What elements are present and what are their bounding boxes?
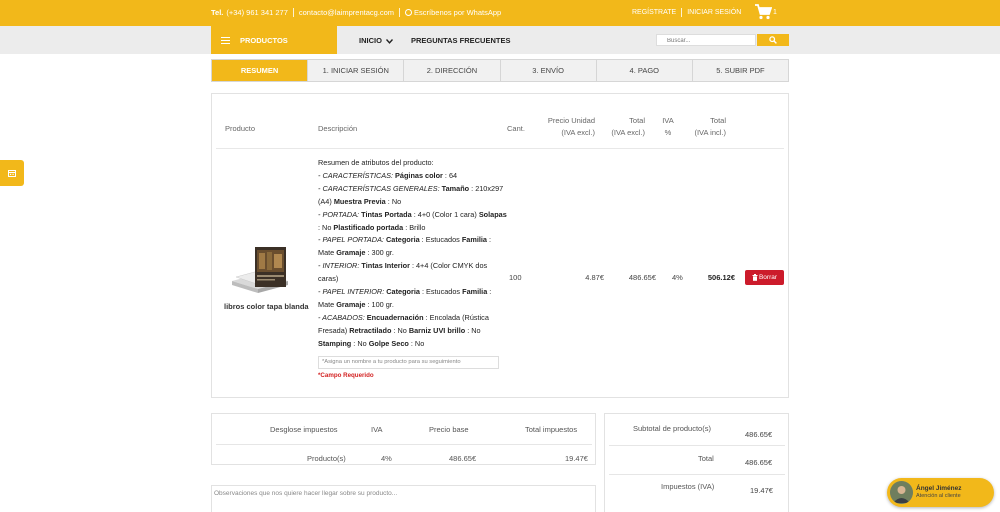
- description-line: - ACABADOS: Encuadernación : Encolada (R…: [318, 312, 489, 348]
- cell-iva: 4%: [672, 273, 683, 282]
- total-label: Total: [698, 454, 714, 463]
- description-line: - PORTADA: Tintas Portada : 4+0 (Color 1…: [318, 209, 507, 232]
- tax-row-total: 19.47€: [565, 454, 588, 463]
- tax-header-total: Total impuestos: [525, 425, 578, 434]
- header-unit-price-line2: (IVA excl.): [561, 128, 595, 137]
- header-total-incl-line2: (IVA incl.): [694, 128, 726, 137]
- divider: [216, 148, 784, 149]
- observations-textarea[interactable]: Observaciones que nos quiere hacer llega…: [211, 485, 596, 512]
- search-input[interactable]: [656, 34, 756, 46]
- email-link[interactable]: contacto@laimprentacg.com: [299, 8, 394, 17]
- chat-agent-name: Ángel Jiménez: [916, 485, 962, 492]
- cell-unit-price: 4.87€: [585, 273, 604, 282]
- delete-button[interactable]: Borrar: [745, 270, 784, 285]
- delete-label: Borrar: [758, 274, 778, 281]
- step-login[interactable]: 1. INICIAR SESIÓN: [308, 60, 405, 81]
- chevron-down-icon: [385, 38, 394, 44]
- header-total-excl-line1: Total: [629, 116, 645, 125]
- required-field-note: *Campo Requerido: [318, 372, 374, 379]
- step-address[interactable]: 2. DIRECCIÓN: [404, 60, 501, 81]
- divider: [681, 8, 683, 17]
- top-bar: Tel. (+34) 961 341 277 contacto@laimpren…: [0, 0, 1000, 26]
- product-thumbnail[interactable]: [230, 245, 290, 297]
- step-summary[interactable]: RESUMEN: [212, 60, 309, 81]
- step-payment[interactable]: 4. PAGO: [597, 60, 693, 81]
- step-upload-pdf[interactable]: 5. SUBIR PDF: [693, 60, 788, 81]
- tax-breakdown-table: Desglose impuestos IVA Precio base Total…: [211, 413, 596, 465]
- header-iva-line2: %: [664, 128, 672, 137]
- taxes-label: Impuestos (IVA): [661, 482, 715, 491]
- search-icon: [769, 36, 777, 44]
- side-tab-button[interactable]: [0, 160, 24, 186]
- description-line: - CARACTERÍSTICAS: Páginas color : 64: [318, 170, 458, 180]
- nav-bar: PRODUCTOS INICIO PREGUNTAS FRECUENTES: [0, 26, 1000, 54]
- register-link[interactable]: REGÍSTRATE: [632, 9, 676, 16]
- avatar: [890, 481, 913, 504]
- phone-label: Tel.: [211, 8, 224, 17]
- tax-header-iva: IVA: [371, 425, 383, 434]
- header-qty: Cant.: [507, 124, 525, 133]
- login-link[interactable]: INICIAR SESIÓN: [687, 9, 741, 16]
- chat-agent-role: Atención al cliente: [916, 493, 961, 499]
- order-totals: Subtotal de producto(s) 486.65€ Total 48…: [604, 413, 789, 512]
- product-name-input[interactable]: *Asigna un nombre a tu producto para su …: [318, 356, 499, 369]
- description-line: - PAPEL PORTADA: Categoria : Estucados F…: [318, 235, 492, 258]
- nav-home-label: INICIO: [359, 36, 382, 45]
- header-total-incl-line1: Total: [710, 116, 726, 125]
- tax-row-iva: 4%: [381, 454, 392, 463]
- checkout-steps: RESUMEN 1. INICIAR SESIÓN 2. DIRECCIÓN 3…: [211, 59, 789, 82]
- step-shipping[interactable]: 3. ENVÍO: [501, 60, 597, 81]
- cell-total-excl: 486.65€: [628, 273, 656, 282]
- header-total-incl: Total (IVA incl.): [686, 115, 726, 139]
- cart-table: Producto Descripción Cant. Precio Unidad…: [211, 93, 789, 398]
- description-intro: Resumen de atributos del producto:: [318, 158, 434, 167]
- calendar-icon: [8, 169, 16, 177]
- header-product: Producto: [225, 124, 256, 133]
- whatsapp-icon: [405, 9, 413, 16]
- divider: [216, 444, 592, 445]
- divider: [609, 474, 785, 475]
- divider: [399, 8, 401, 17]
- account-links: REGÍSTRATE INICIAR SESIÓN: [632, 8, 741, 17]
- search-button[interactable]: [757, 34, 789, 46]
- phone-number[interactable]: (+34) 961 341 277: [226, 8, 288, 17]
- header-total-excl: Total (IVA excl.): [605, 115, 645, 139]
- chat-widget[interactable]: Ángel Jiménez Atención al cliente: [887, 478, 994, 507]
- header-iva-line1: IVA: [662, 116, 674, 125]
- header-description: Descripción: [318, 124, 358, 133]
- description-line: - INTERIOR: Tintas Interior : 4+4 (Color…: [318, 261, 488, 284]
- nav-faq[interactable]: PREGUNTAS FRECUENTES: [411, 36, 510, 45]
- header-total-excl-line2: (IVA excl.): [611, 128, 645, 137]
- total-value: 486.65€: [745, 458, 773, 467]
- cart-icon[interactable]: [754, 4, 772, 20]
- divider: [609, 445, 785, 446]
- subtotal-label: Subtotal de producto(s): [633, 424, 711, 433]
- trash-icon: [752, 274, 758, 281]
- tax-header-base: Precio base: [429, 425, 469, 434]
- subtotal-value: 486.65€: [745, 430, 773, 439]
- cart-count: 1: [773, 9, 777, 16]
- tax-row-base: 486.65€: [449, 454, 477, 463]
- product-description: Resumen de atributos del producto: - CAR…: [318, 157, 508, 351]
- header-iva: IVA %: [658, 115, 678, 139]
- cell-total-incl: 506.12€: [707, 273, 735, 282]
- products-label: PRODUCTOS: [240, 35, 288, 45]
- whatsapp-link[interactable]: Escríbenos por WhatsApp: [414, 8, 501, 17]
- tax-row-label: Producto(s): [307, 454, 346, 463]
- description-line: - PAPEL INTERIOR: Categoria : Estucados …: [318, 287, 492, 309]
- menu-icon: [221, 36, 230, 44]
- header-unit-price-line1: Precio Unidad: [547, 116, 595, 125]
- divider: [292, 8, 294, 17]
- nav-home[interactable]: INICIO: [359, 36, 394, 45]
- header-unit-price: Precio Unidad (IVA excl.): [535, 115, 595, 139]
- contact-info: Tel. (+34) 961 341 277 contacto@laimpren…: [211, 8, 501, 17]
- product-name: libros color tapa blanda: [224, 302, 309, 311]
- cell-qty: 100: [509, 273, 522, 282]
- products-menu-button[interactable]: PRODUCTOS: [211, 26, 337, 54]
- taxes-value: 19.47€: [750, 486, 773, 495]
- tax-header-breakdown: Desglose impuestos: [270, 425, 338, 434]
- description-line: - CARACTERÍSTICAS GENERALES: Tamaño : 21…: [318, 183, 504, 206]
